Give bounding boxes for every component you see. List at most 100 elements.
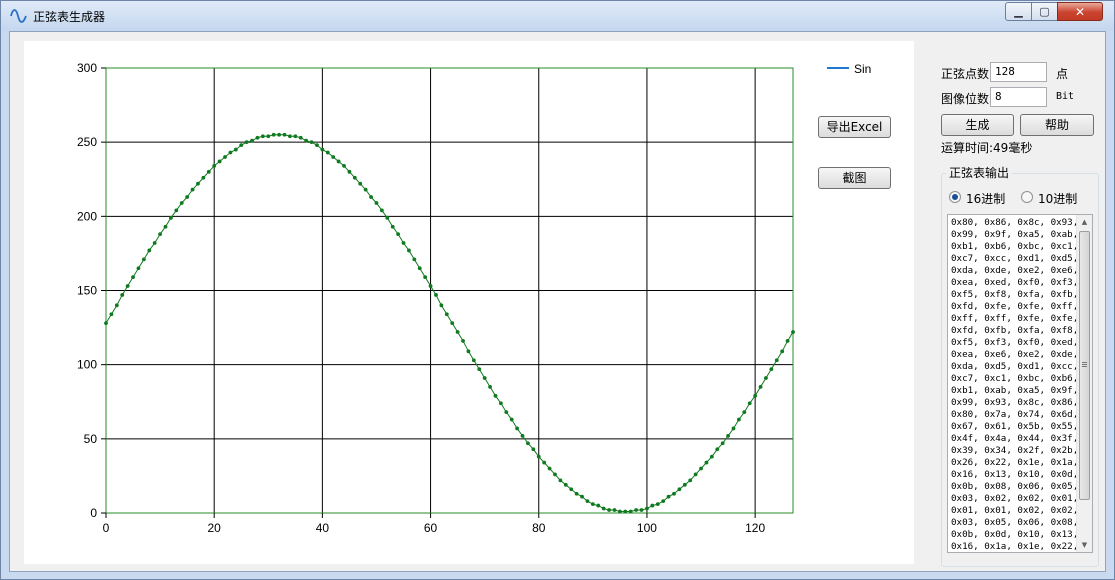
data-point: [163, 224, 168, 229]
output-text[interactable]: 0x80, 0x86, 0x8c, 0x93, 0x99, 0x9f, 0xa5…: [951, 217, 1078, 552]
data-point: [655, 502, 660, 506]
y-tick-label: 200: [77, 209, 97, 223]
data-point: [482, 376, 487, 380]
data-point: [417, 266, 422, 271]
radio-dec[interactable]: [1021, 191, 1033, 203]
data-point: [158, 232, 162, 237]
data-point: [693, 472, 698, 477]
bits-label: 图像位数: [941, 92, 990, 106]
data-point: [488, 385, 492, 389]
minimize-icon: ▁: [1014, 5, 1023, 18]
sine-chart: 0 20 40 60 80 100 120 0 50 100 150 200 250 300 Sin: [77, 61, 871, 535]
data-point: [461, 339, 465, 343]
export-excel-button[interactable]: 导出Excel: [818, 116, 891, 138]
data-point: [304, 138, 309, 143]
app-window: 正弦表生成器 ▁ ▢ ✕ 0 20 40 60 80 100 120 0 50 100 150 200…: [0, 0, 1115, 580]
data-point: [531, 447, 536, 452]
data-point: [379, 208, 384, 213]
data-point: [758, 385, 763, 389]
generate-button[interactable]: 生成: [941, 114, 1014, 136]
data-point: [450, 321, 455, 326]
data-point: [206, 169, 211, 174]
data-point: [791, 330, 795, 334]
data-point: [623, 509, 628, 514]
x-tick-label: 0: [103, 521, 110, 535]
data-point: [396, 232, 401, 237]
data-point: [742, 410, 747, 415]
data-point: [477, 367, 482, 372]
vertical-scrollbar[interactable]: ▲ ▼: [1076, 215, 1092, 552]
help-button[interactable]: 帮助: [1020, 114, 1094, 136]
x-tick-label: 80: [532, 521, 546, 535]
data-point: [520, 433, 525, 438]
data-point: [585, 499, 590, 504]
data-point: [407, 248, 411, 253]
data-point: [277, 132, 282, 137]
data-point: [715, 447, 720, 452]
data-point: [785, 339, 790, 343]
data-point: [509, 417, 514, 422]
data-point: [699, 466, 703, 471]
data-point: [212, 164, 217, 168]
output-textbox[interactable]: 0x80, 0x86, 0x8c, 0x93, 0x99, 0x9f, 0xa5…: [947, 214, 1093, 553]
data-point: [753, 393, 758, 398]
data-point: [423, 275, 428, 280]
data-point: [309, 140, 314, 145]
data-point: [634, 508, 639, 512]
radio-hex-label[interactable]: 16进制: [966, 190, 1005, 207]
data-point: [293, 134, 298, 139]
data-point: [390, 224, 395, 229]
data-point: [282, 132, 287, 137]
data-point: [774, 358, 779, 363]
scroll-thumb[interactable]: [1079, 231, 1090, 500]
data-point: [228, 150, 233, 155]
maximize-icon: ▢: [1039, 5, 1050, 18]
y-tick-label: 250: [77, 135, 97, 149]
data-point: [385, 215, 390, 220]
data-point: [596, 503, 601, 508]
title-bar[interactable]: 正弦表生成器 ▁ ▢ ✕: [1, 1, 1114, 31]
data-point: [325, 150, 330, 155]
data-point: [553, 472, 557, 477]
radio-dec-label[interactable]: 10进制: [1038, 190, 1077, 207]
maximize-button[interactable]: ▢: [1031, 2, 1058, 21]
data-point: [141, 257, 146, 262]
bits-unit: Bit: [1056, 91, 1075, 102]
bits-input[interactable]: 8: [990, 87, 1047, 107]
legend-label: Sin: [854, 62, 871, 76]
data-point: [342, 164, 346, 168]
data-point: [136, 266, 141, 271]
data-point: [147, 248, 152, 253]
data-point: [358, 181, 363, 186]
x-tick-label: 20: [208, 521, 222, 535]
data-point: [650, 503, 655, 508]
data-point: [250, 138, 254, 143]
data-point: [288, 134, 292, 139]
data-point: [201, 175, 206, 180]
screenshot-button[interactable]: 截图: [818, 167, 891, 189]
data-point: [255, 135, 260, 140]
data-point: [504, 410, 509, 415]
scroll-up-icon[interactable]: ▲: [1077, 215, 1092, 229]
data-point: [196, 181, 200, 186]
data-point: [780, 349, 785, 354]
radio-hex[interactable]: [949, 191, 961, 203]
points-input[interactable]: 128: [990, 62, 1047, 82]
data-point: [515, 426, 520, 431]
close-button[interactable]: ✕: [1057, 2, 1103, 21]
data-point: [374, 201, 379, 205]
data-point: [682, 482, 687, 487]
data-point: [547, 466, 552, 471]
close-icon: ✕: [1074, 5, 1086, 19]
data-point: [704, 460, 709, 465]
data-point: [645, 506, 649, 511]
data-point: [498, 401, 503, 406]
data-point: [617, 509, 622, 514]
minimize-button[interactable]: ▁: [1005, 2, 1032, 21]
data-point: [526, 441, 530, 446]
data-point: [412, 257, 417, 262]
data-point: [737, 417, 741, 422]
data-point: [320, 147, 325, 152]
scroll-down-icon[interactable]: ▼: [1077, 538, 1092, 552]
data-point: [612, 508, 617, 512]
